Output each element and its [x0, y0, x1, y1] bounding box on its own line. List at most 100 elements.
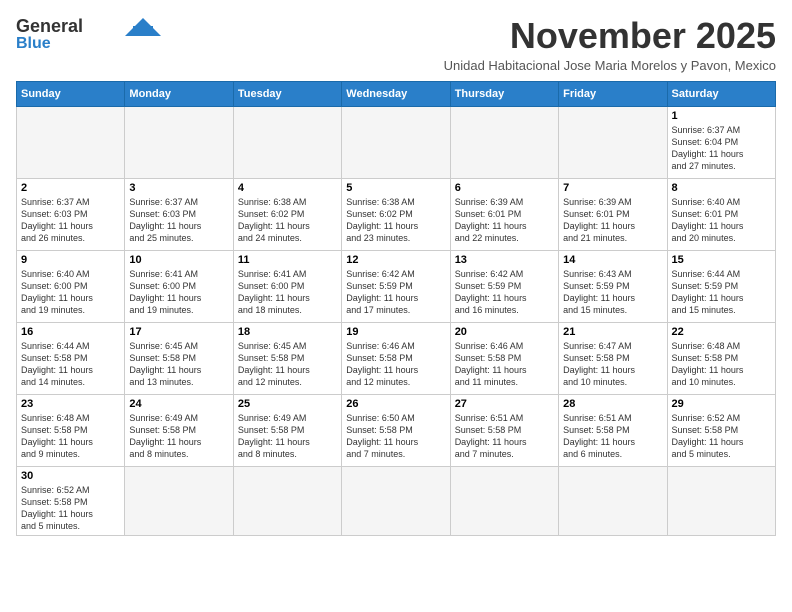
- week-row-5: 30 Sunrise: 6:52 AM Sunset: 5:58 PM Dayli…: [17, 466, 776, 536]
- weekday-saturday: Saturday: [667, 81, 775, 106]
- calendar-cell: 21 Sunrise: 6:47 AM Sunset: 5:58 PM Dayli…: [559, 322, 667, 394]
- calendar-cell: 5 Sunrise: 6:38 AM Sunset: 6:02 PM Daylig…: [342, 178, 450, 250]
- calendar-cell: 17Sunrise: 6:45 AM Sunset: 5:58 PM Dayli…: [125, 322, 233, 394]
- day-number: 6: [455, 182, 554, 194]
- day-info: Sunrise: 6:52 AM Sunset: 5:58 PM Dayligh…: [672, 412, 771, 461]
- day-number: 23: [21, 398, 120, 410]
- calendar-cell: 6 Sunrise: 6:39 AM Sunset: 6:01 PM Daylig…: [450, 178, 558, 250]
- calendar-cell: [559, 466, 667, 536]
- weekday-tuesday: Tuesday: [233, 81, 341, 106]
- day-number: 7: [563, 182, 662, 194]
- day-number: 19: [346, 326, 445, 338]
- calendar-cell: 3 Sunrise: 6:37 AM Sunset: 6:03 PM Daylig…: [125, 178, 233, 250]
- calendar: SundayMondayTuesdayWednesdayThursdayFrid…: [16, 81, 776, 537]
- day-info: Sunrise: 6:50 AM Sunset: 5:58 PM Dayligh…: [346, 412, 445, 461]
- day-number: 9: [21, 254, 120, 266]
- day-info: Sunrise: 6:37 AM Sunset: 6:04 PM Dayligh…: [672, 124, 771, 173]
- day-number: 26: [346, 398, 445, 410]
- day-number: 4: [238, 182, 337, 194]
- day-info: Sunrise: 6:46 AM Sunset: 5:58 PM Dayligh…: [346, 340, 445, 389]
- calendar-cell: 19 Sunrise: 6:46 AM Sunset: 5:58 PM Dayli…: [342, 322, 450, 394]
- calendar-cell: 2Sunrise: 6:37 AM Sunset: 6:03 PM Daylig…: [17, 178, 125, 250]
- day-number: 1: [672, 110, 771, 122]
- calendar-cell: [450, 466, 558, 536]
- calendar-cell: 23Sunrise: 6:48 AM Sunset: 5:58 PM Dayli…: [17, 394, 125, 466]
- day-info: Sunrise: 6:45 AM Sunset: 5:58 PM Dayligh…: [238, 340, 337, 389]
- day-info: Sunrise: 6:37 AM Sunset: 6:03 PM Dayligh…: [129, 196, 228, 245]
- day-info: Sunrise: 6:39 AM Sunset: 6:01 PM Dayligh…: [563, 196, 662, 245]
- weekday-header-row: SundayMondayTuesdayWednesdayThursdayFrid…: [17, 81, 776, 106]
- day-info: Sunrise: 6:49 AM Sunset: 5:58 PM Dayligh…: [238, 412, 337, 461]
- day-number: 3: [129, 182, 228, 194]
- day-number: 20: [455, 326, 554, 338]
- day-number: 16: [21, 326, 120, 338]
- calendar-cell: [125, 106, 233, 178]
- calendar-cell: [342, 106, 450, 178]
- subtitle: Unidad Habitacional Jose Maria Morelos y…: [444, 58, 776, 73]
- calendar-cell: 8Sunrise: 6:40 AM Sunset: 6:01 PM Daylig…: [667, 178, 775, 250]
- day-info: Sunrise: 6:38 AM Sunset: 6:02 PM Dayligh…: [346, 196, 445, 245]
- title-area: November 2025 Unidad Habitacional Jose M…: [444, 16, 776, 73]
- calendar-cell: 22Sunrise: 6:48 AM Sunset: 5:58 PM Dayli…: [667, 322, 775, 394]
- week-row-4: 23Sunrise: 6:48 AM Sunset: 5:58 PM Dayli…: [17, 394, 776, 466]
- calendar-cell: 15 Sunrise: 6:44 AM Sunset: 5:59 PM Dayli…: [667, 250, 775, 322]
- day-number: 5: [346, 182, 445, 194]
- day-info: Sunrise: 6:41 AM Sunset: 6:00 PM Dayligh…: [129, 268, 228, 317]
- week-row-3: 16 Sunrise: 6:44 AM Sunset: 5:58 PM Dayli…: [17, 322, 776, 394]
- calendar-cell: 7 Sunrise: 6:39 AM Sunset: 6:01 PM Daylig…: [559, 178, 667, 250]
- logo-blue-text: Blue: [16, 36, 51, 52]
- week-row-0: 1 Sunrise: 6:37 AM Sunset: 6:04 PM Daylig…: [17, 106, 776, 178]
- calendar-cell: 13Sunrise: 6:42 AM Sunset: 5:59 PM Dayli…: [450, 250, 558, 322]
- calendar-cell: 28 Sunrise: 6:51 AM Sunset: 5:58 PM Dayli…: [559, 394, 667, 466]
- calendar-cell: 11Sunrise: 6:41 AM Sunset: 6:00 PM Dayli…: [233, 250, 341, 322]
- day-info: Sunrise: 6:41 AM Sunset: 6:00 PM Dayligh…: [238, 268, 337, 317]
- weekday-sunday: Sunday: [17, 81, 125, 106]
- calendar-cell: 12Sunrise: 6:42 AM Sunset: 5:59 PM Dayli…: [342, 250, 450, 322]
- day-info: Sunrise: 6:47 AM Sunset: 5:58 PM Dayligh…: [563, 340, 662, 389]
- day-info: Sunrise: 6:38 AM Sunset: 6:02 PM Dayligh…: [238, 196, 337, 245]
- day-number: 29: [672, 398, 771, 410]
- logo-icon: [125, 18, 161, 36]
- day-number: 17: [129, 326, 228, 338]
- month-title: November 2025: [444, 16, 776, 56]
- weekday-wednesday: Wednesday: [342, 81, 450, 106]
- day-info: Sunrise: 6:51 AM Sunset: 5:58 PM Dayligh…: [563, 412, 662, 461]
- calendar-cell: [233, 106, 341, 178]
- day-number: 22: [672, 326, 771, 338]
- week-row-2: 9Sunrise: 6:40 AM Sunset: 6:00 PM Daylig…: [17, 250, 776, 322]
- calendar-cell: [233, 466, 341, 536]
- day-number: 14: [563, 254, 662, 266]
- day-number: 15: [672, 254, 771, 266]
- calendar-cell: [125, 466, 233, 536]
- day-number: 18: [238, 326, 337, 338]
- calendar-cell: 1 Sunrise: 6:37 AM Sunset: 6:04 PM Daylig…: [667, 106, 775, 178]
- day-number: 13: [455, 254, 554, 266]
- header: General Blue November 2025 Unidad Habita…: [16, 16, 776, 73]
- day-number: 30: [21, 470, 120, 482]
- day-number: 21: [563, 326, 662, 338]
- calendar-cell: 10 Sunrise: 6:41 AM Sunset: 6:00 PM Dayli…: [125, 250, 233, 322]
- calendar-cell: 4 Sunrise: 6:38 AM Sunset: 6:02 PM Daylig…: [233, 178, 341, 250]
- calendar-cell: [450, 106, 558, 178]
- day-number: 10: [129, 254, 228, 266]
- calendar-cell: 25Sunrise: 6:49 AM Sunset: 5:58 PM Dayli…: [233, 394, 341, 466]
- calendar-cell: 26 Sunrise: 6:50 AM Sunset: 5:58 PM Dayli…: [342, 394, 450, 466]
- day-number: 28: [563, 398, 662, 410]
- calendar-cell: 30 Sunrise: 6:52 AM Sunset: 5:58 PM Dayli…: [17, 466, 125, 536]
- day-number: 12: [346, 254, 445, 266]
- weekday-monday: Monday: [125, 81, 233, 106]
- calendar-cell: 24Sunrise: 6:49 AM Sunset: 5:58 PM Dayli…: [125, 394, 233, 466]
- day-info: Sunrise: 6:52 AM Sunset: 5:58 PM Dayligh…: [21, 484, 120, 533]
- weekday-thursday: Thursday: [450, 81, 558, 106]
- day-info: Sunrise: 6:46 AM Sunset: 5:58 PM Dayligh…: [455, 340, 554, 389]
- weekday-friday: Friday: [559, 81, 667, 106]
- week-row-1: 2Sunrise: 6:37 AM Sunset: 6:03 PM Daylig…: [17, 178, 776, 250]
- calendar-cell: 9Sunrise: 6:40 AM Sunset: 6:00 PM Daylig…: [17, 250, 125, 322]
- day-info: Sunrise: 6:39 AM Sunset: 6:01 PM Dayligh…: [455, 196, 554, 245]
- day-number: 27: [455, 398, 554, 410]
- day-info: Sunrise: 6:51 AM Sunset: 5:58 PM Dayligh…: [455, 412, 554, 461]
- calendar-cell: 14Sunrise: 6:43 AM Sunset: 5:59 PM Dayli…: [559, 250, 667, 322]
- day-info: Sunrise: 6:44 AM Sunset: 5:59 PM Dayligh…: [672, 268, 771, 317]
- day-info: Sunrise: 6:37 AM Sunset: 6:03 PM Dayligh…: [21, 196, 120, 245]
- day-info: Sunrise: 6:44 AM Sunset: 5:58 PM Dayligh…: [21, 340, 120, 389]
